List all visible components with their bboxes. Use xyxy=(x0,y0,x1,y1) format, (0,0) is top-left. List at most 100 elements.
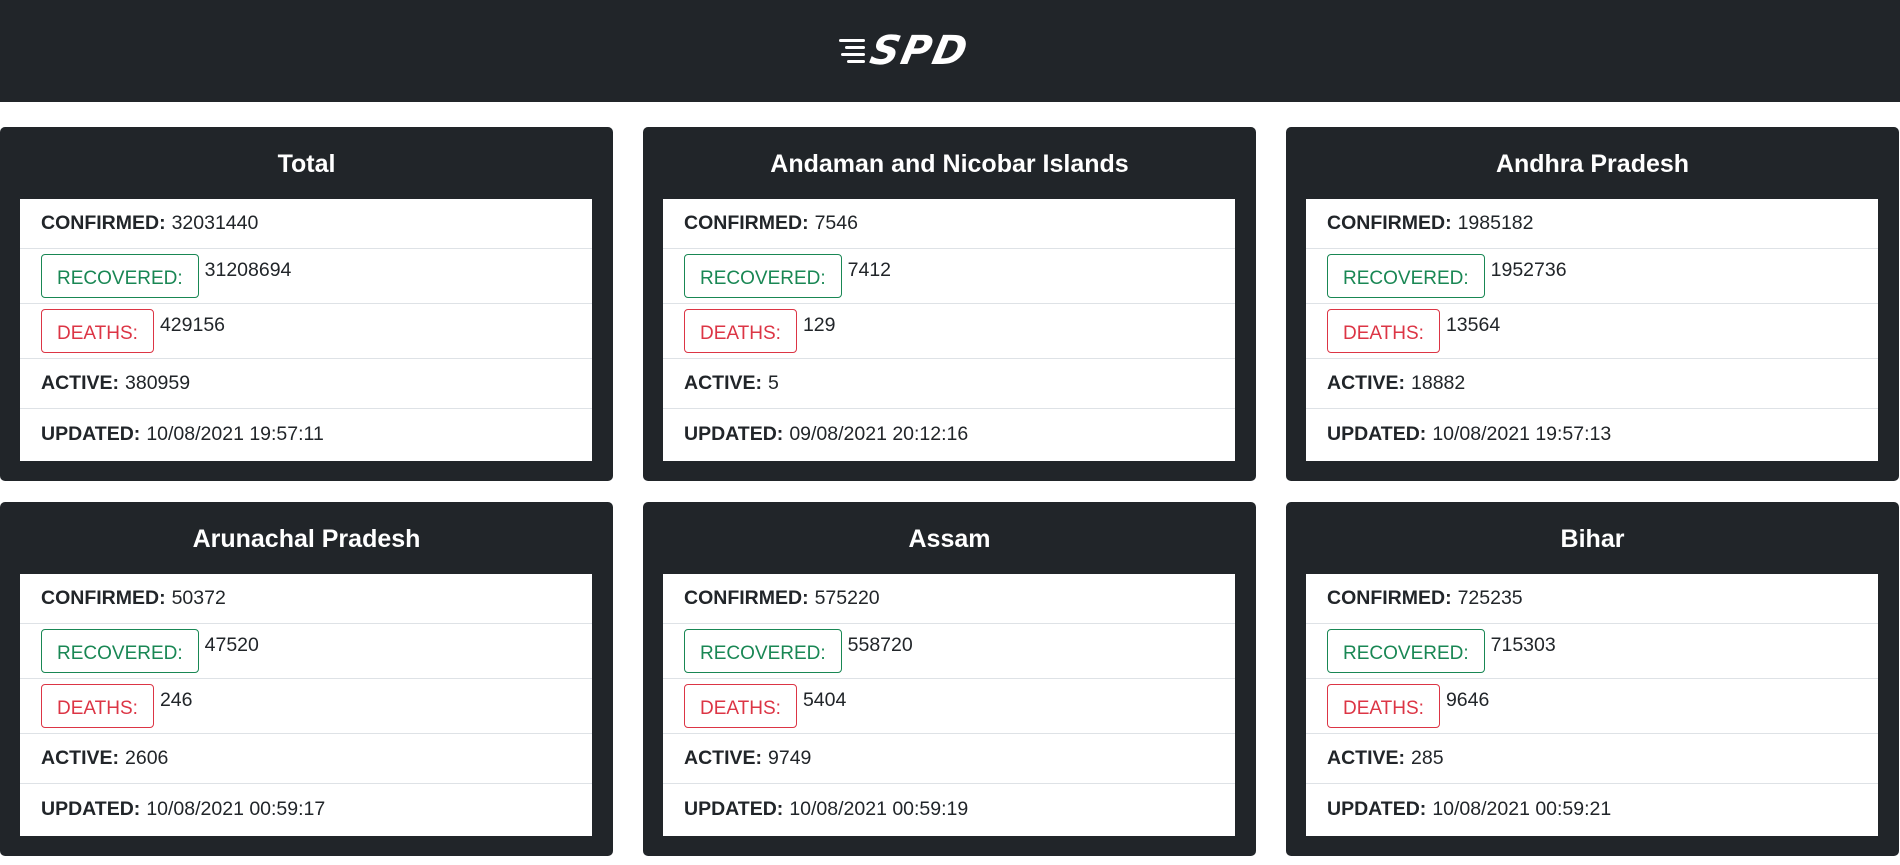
recovered-badge: RECOVERED: xyxy=(1327,254,1485,298)
state-card: Assam CONFIRMED: 575220 RECOVERED: 55872… xyxy=(643,502,1256,856)
confirmed-label: CONFIRMED: xyxy=(1327,212,1452,234)
active-label: ACTIVE: xyxy=(1327,747,1405,769)
confirmed-label: CONFIRMED: xyxy=(1327,587,1452,609)
active-label: ACTIVE: xyxy=(1327,372,1405,394)
active-row: ACTIVE: 5 xyxy=(663,359,1235,409)
updated-value: 10/08/2021 00:59:17 xyxy=(146,798,326,820)
deaths-badge: DEATHS: xyxy=(41,309,154,353)
confirmed-label: CONFIRMED: xyxy=(684,212,809,234)
deaths-row: DEATHS: 5404 xyxy=(663,679,1235,734)
confirmed-value: 575220 xyxy=(814,587,880,609)
deaths-value: 9646 xyxy=(1445,688,1490,711)
updated-label: UPDATED: xyxy=(684,423,784,445)
recovered-value: 1952736 xyxy=(1490,258,1567,281)
recovered-value: 558720 xyxy=(847,633,913,656)
recovered-row: RECOVERED: 7412 xyxy=(663,249,1235,304)
state-card: Bihar CONFIRMED: 725235 RECOVERED: 71530… xyxy=(1286,502,1899,856)
active-row: ACTIVE: 285 xyxy=(1306,734,1878,784)
card-body: CONFIRMED: 725235 RECOVERED: 715303 DEAT… xyxy=(1306,574,1878,836)
deaths-value: 129 xyxy=(802,313,836,336)
deaths-value: 5404 xyxy=(802,688,847,711)
updated-value: 09/08/2021 20:12:16 xyxy=(789,423,969,445)
updated-row: UPDATED: 10/08/2021 00:59:21 xyxy=(1306,784,1878,835)
active-row: ACTIVE: 2606 xyxy=(20,734,592,784)
deaths-row: DEATHS: 246 xyxy=(20,679,592,734)
recovered-value: 715303 xyxy=(1490,633,1556,656)
confirmed-row: CONFIRMED: 725235 xyxy=(1306,574,1878,624)
active-value: 2606 xyxy=(125,747,169,769)
updated-row: UPDATED: 10/08/2021 19:57:13 xyxy=(1306,409,1878,460)
brand-logo[interactable]: SPD xyxy=(839,28,974,74)
state-card: Arunachal Pradesh CONFIRMED: 50372 RECOV… xyxy=(0,502,613,856)
deaths-row: DEATHS: 9646 xyxy=(1306,679,1878,734)
brand-logo-text: SPD xyxy=(866,28,974,74)
recovered-row: RECOVERED: 715303 xyxy=(1306,624,1878,679)
confirmed-value: 32031440 xyxy=(171,212,259,234)
confirmed-value: 7546 xyxy=(814,212,858,234)
active-value: 9749 xyxy=(768,747,812,769)
card-body: CONFIRMED: 7546 RECOVERED: 7412 DEATHS: … xyxy=(663,199,1235,461)
updated-row: UPDATED: 10/08/2021 00:59:17 xyxy=(20,784,592,835)
confirmed-row: CONFIRMED: 7546 xyxy=(663,199,1235,249)
deaths-row: DEATHS: 429156 xyxy=(20,304,592,359)
card-title: Andaman and Nicobar Islands xyxy=(770,149,1129,178)
active-label: ACTIVE: xyxy=(41,747,119,769)
active-label: ACTIVE: xyxy=(684,747,762,769)
updated-label: UPDATED: xyxy=(41,798,141,820)
updated-label: UPDATED: xyxy=(41,423,141,445)
deaths-row: DEATHS: 13564 xyxy=(1306,304,1878,359)
recovered-row: RECOVERED: 558720 xyxy=(663,624,1235,679)
updated-label: UPDATED: xyxy=(1327,798,1427,820)
active-value: 380959 xyxy=(125,372,191,394)
card-title: Arunachal Pradesh xyxy=(192,524,421,553)
deaths-row: DEATHS: 129 xyxy=(663,304,1235,359)
navbar: SPD xyxy=(0,0,1900,102)
confirmed-label: CONFIRMED: xyxy=(41,587,166,609)
confirmed-label: CONFIRMED: xyxy=(41,212,166,234)
recovered-value: 7412 xyxy=(847,258,892,281)
confirmed-row: CONFIRMED: 575220 xyxy=(663,574,1235,624)
card-body: CONFIRMED: 32031440 RECOVERED: 31208694 … xyxy=(20,199,592,461)
updated-row: UPDATED: 10/08/2021 00:59:19 xyxy=(663,784,1235,835)
recovered-badge: RECOVERED: xyxy=(684,629,842,673)
state-card: Andaman and Nicobar Islands CONFIRMED: 7… xyxy=(643,127,1256,481)
card-body: CONFIRMED: 575220 RECOVERED: 558720 DEAT… xyxy=(663,574,1235,836)
state-card: Total CONFIRMED: 32031440 RECOVERED: 312… xyxy=(0,127,613,481)
confirmed-value: 1985182 xyxy=(1457,212,1534,234)
recovered-row: RECOVERED: 47520 xyxy=(20,624,592,679)
active-value: 285 xyxy=(1411,747,1444,769)
card-title: Total xyxy=(277,149,336,178)
confirmed-value: 50372 xyxy=(171,587,226,609)
card-title: Bihar xyxy=(1560,524,1625,553)
confirmed-value: 725235 xyxy=(1457,587,1523,609)
card-title: Andhra Pradesh xyxy=(1495,149,1690,178)
deaths-value: 246 xyxy=(159,688,193,711)
deaths-value: 13564 xyxy=(1445,313,1501,336)
updated-value: 10/08/2021 00:59:21 xyxy=(1432,798,1612,820)
recovered-value: 31208694 xyxy=(204,258,292,281)
active-label: ACTIVE: xyxy=(41,372,119,394)
active-value: 5 xyxy=(768,372,779,394)
deaths-badge: DEATHS: xyxy=(1327,309,1440,353)
active-value: 18882 xyxy=(1411,372,1466,394)
updated-value: 10/08/2021 19:57:13 xyxy=(1432,423,1612,445)
recovered-badge: RECOVERED: xyxy=(1327,629,1485,673)
recovered-badge: RECOVERED: xyxy=(41,254,199,298)
confirmed-row: CONFIRMED: 1985182 xyxy=(1306,199,1878,249)
speed-lines-icon xyxy=(839,39,866,63)
updated-value: 10/08/2021 19:57:11 xyxy=(146,423,324,445)
active-row: ACTIVE: 18882 xyxy=(1306,359,1878,409)
confirmed-row: CONFIRMED: 32031440 xyxy=(20,199,592,249)
updated-label: UPDATED: xyxy=(684,798,784,820)
card-title: Assam xyxy=(908,524,991,553)
deaths-value: 429156 xyxy=(159,313,226,336)
updated-row: UPDATED: 09/08/2021 20:12:16 xyxy=(663,409,1235,460)
card-body: CONFIRMED: 1985182 RECOVERED: 1952736 DE… xyxy=(1306,199,1878,461)
updated-value: 10/08/2021 00:59:19 xyxy=(789,798,969,820)
recovered-badge: RECOVERED: xyxy=(684,254,842,298)
recovered-value: 47520 xyxy=(204,633,259,656)
active-label: ACTIVE: xyxy=(684,372,762,394)
confirmed-row: CONFIRMED: 50372 xyxy=(20,574,592,624)
updated-row: UPDATED: 10/08/2021 19:57:11 xyxy=(20,409,592,460)
deaths-badge: DEATHS: xyxy=(684,684,797,728)
